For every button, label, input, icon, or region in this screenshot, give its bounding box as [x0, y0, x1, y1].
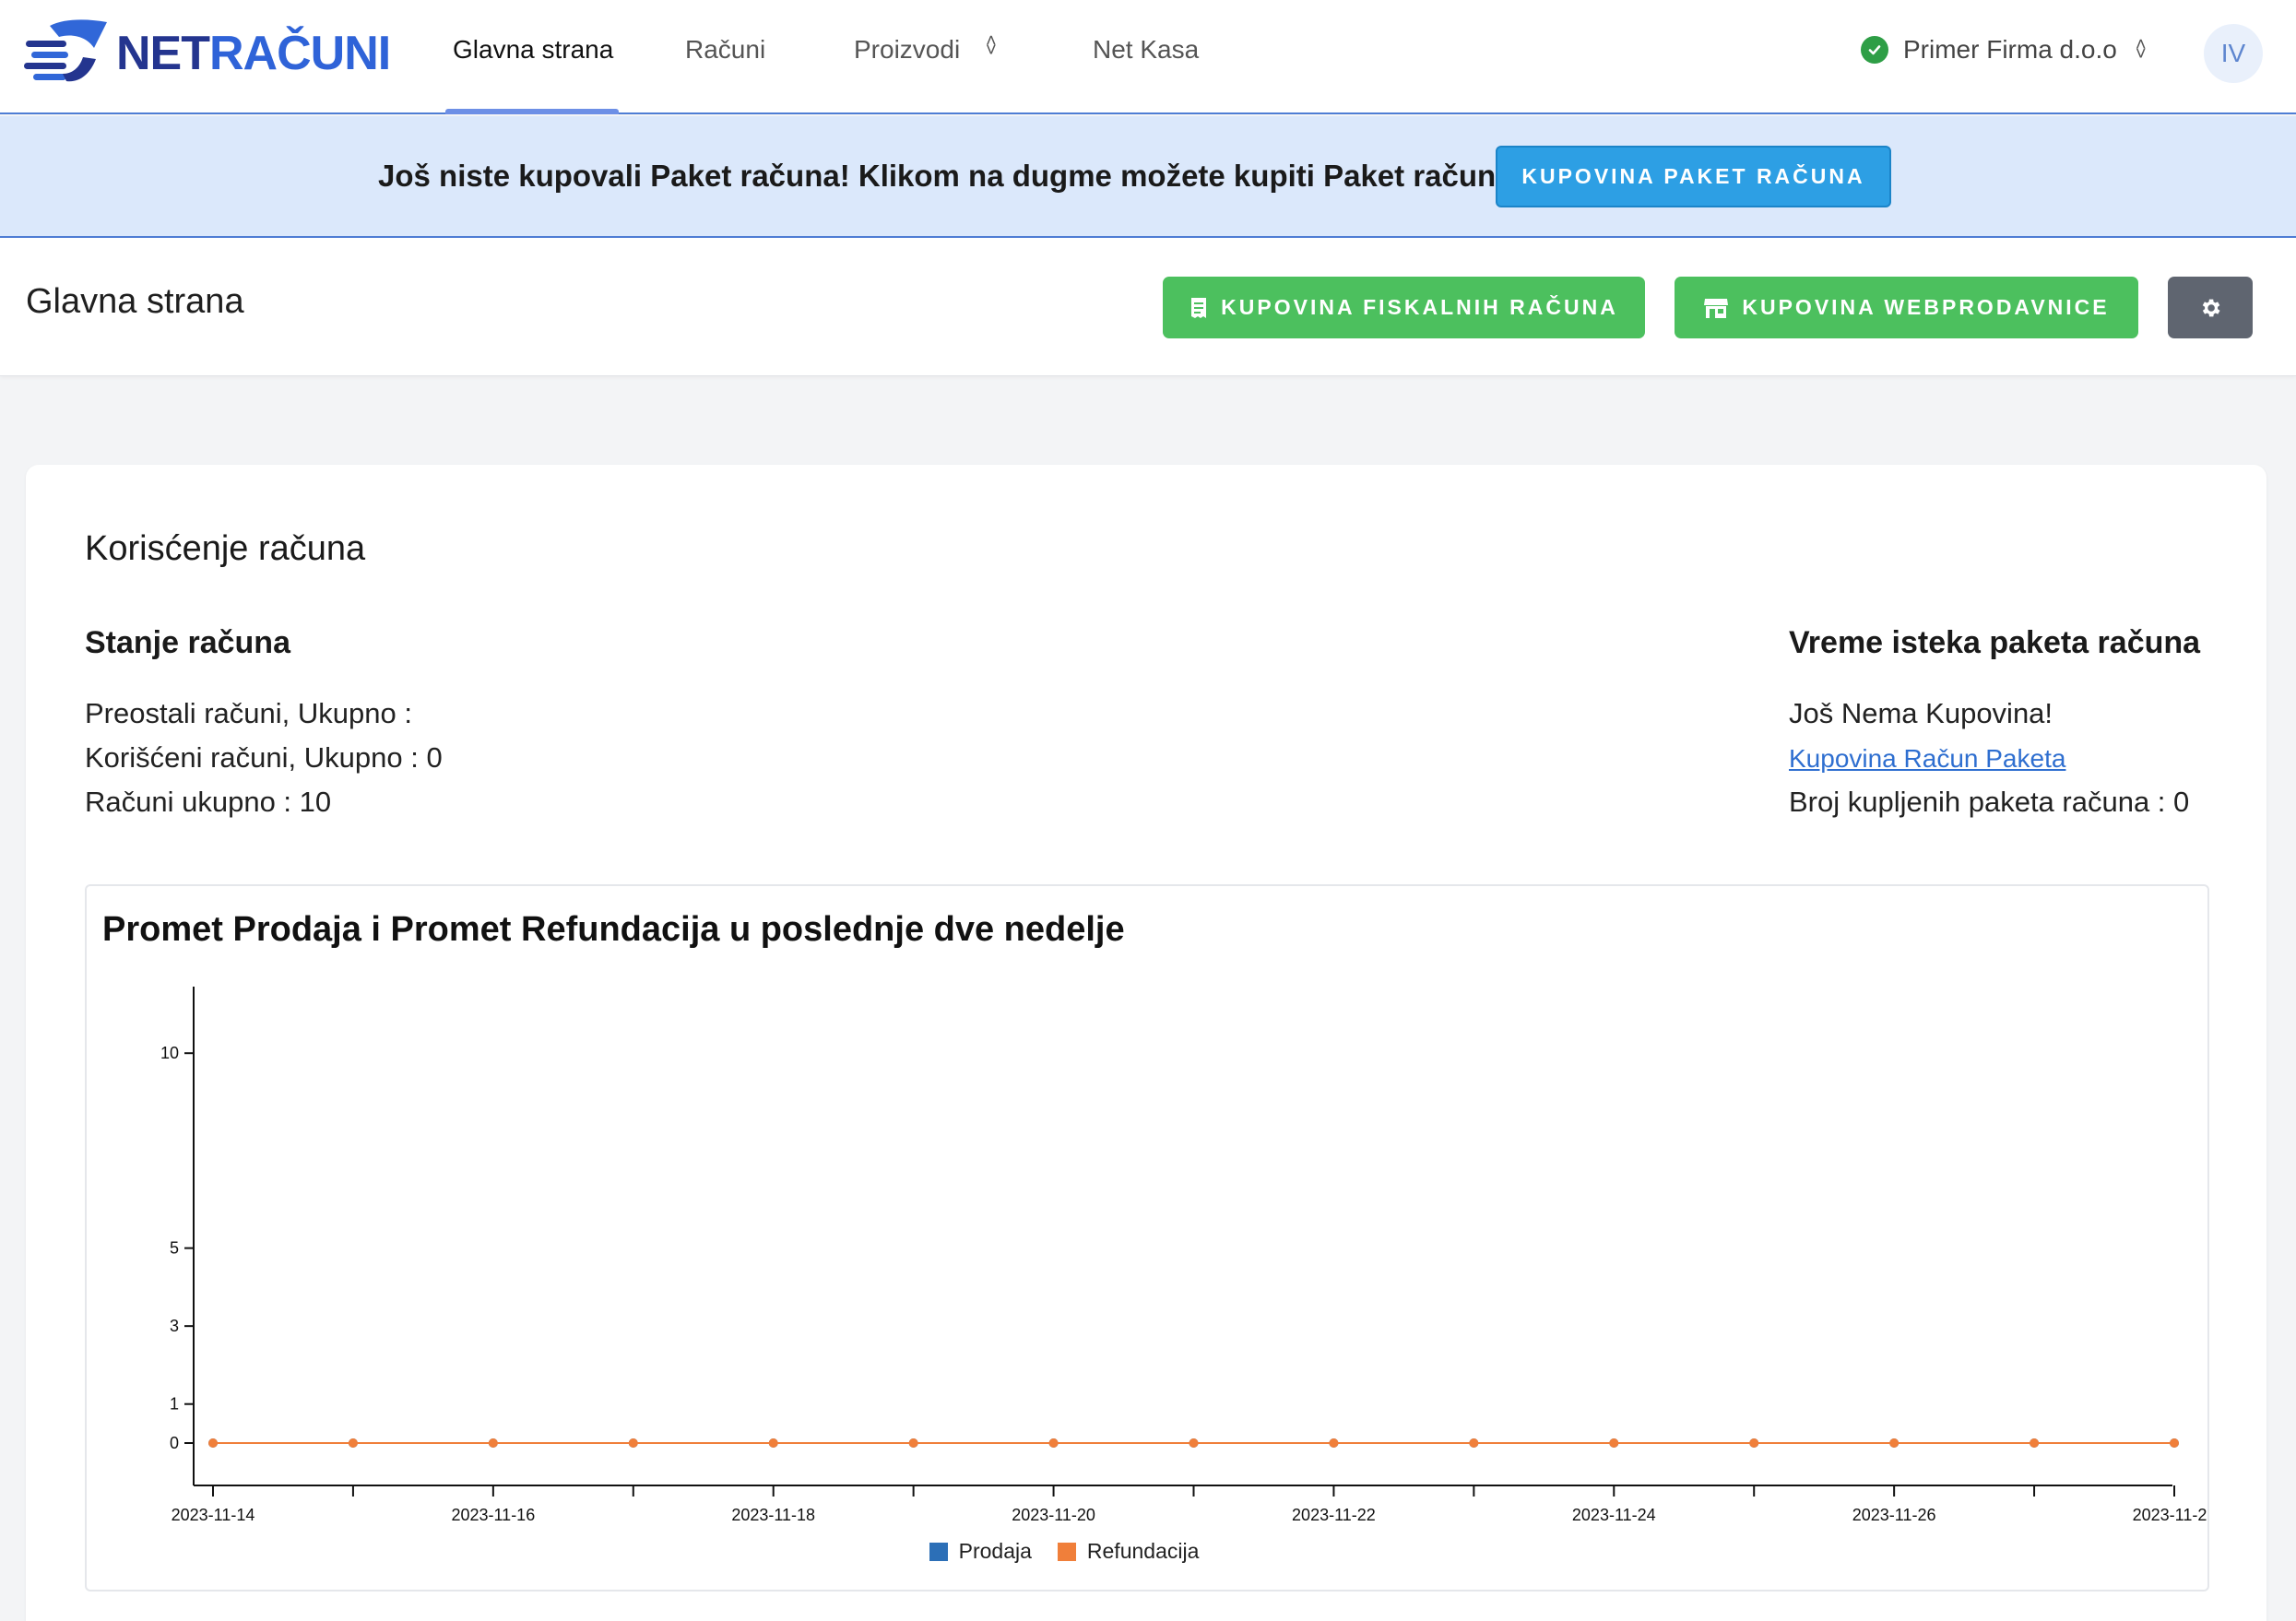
- top-nav: NETRAČUNI Glavna strana Računi Proizvodi…: [0, 0, 2296, 114]
- remaining-receipts: Preostali računi, Ukupno :: [85, 697, 412, 729]
- chart-plot: 0 1 3 5 10 2023-11-14 2023-11-16 2023-11-18 2023…: [160, 987, 2207, 1524]
- x-tick-label: 2023-11-24: [1572, 1506, 1656, 1524]
- logo-icon: [24, 19, 107, 82]
- data-point-refundacija: [628, 1438, 638, 1448]
- y-tick-label: 1: [170, 1395, 179, 1414]
- purchase-banner: Još niste kupovali Paket računa! Klikom …: [0, 116, 2296, 238]
- avatar[interactable]: IV: [2204, 24, 2263, 83]
- legend-label-prodaja: Prodaja: [958, 1539, 1032, 1563]
- data-point-refundacija: [488, 1438, 498, 1448]
- data-point-refundacija: [1329, 1438, 1339, 1448]
- chevron-up-down-icon: ˄ ˅: [2135, 35, 2147, 65]
- nav-item-proizvodi[interactable]: Proizvodi ˄ ˅: [854, 31, 997, 65]
- data-point-refundacija: [2030, 1438, 2040, 1448]
- nav-item-proizvodi-label: Proizvodi: [854, 35, 961, 64]
- x-tick-label: 2023-11-14: [172, 1506, 255, 1524]
- buy-fiscal-receipts-label: KUPOVINA FISKALNIH RAČUNA: [1221, 295, 1618, 319]
- y-tick-label: 10: [160, 1044, 179, 1062]
- y-tick-label: 0: [170, 1434, 179, 1452]
- x-tick-label: 2023-11-20: [1012, 1506, 1095, 1524]
- data-point-refundacija: [1048, 1438, 1059, 1448]
- data-point-refundacija: [348, 1438, 358, 1448]
- x-tick-label: 2023-11-26: [1852, 1506, 1936, 1524]
- y-tick-label: 3: [170, 1317, 179, 1335]
- purchase-status: Još Nema Kupovina!: [1789, 697, 2053, 729]
- data-point-refundacija: [1889, 1438, 1900, 1448]
- receipt-icon: [1189, 297, 1208, 319]
- check-circle-icon: [1861, 36, 1888, 64]
- expiry-heading: Vreme isteka paketa računa: [1789, 625, 2201, 660]
- nav-item-racuni[interactable]: Računi: [685, 35, 765, 65]
- nav-item-net-kasa[interactable]: Net Kasa: [1093, 35, 1199, 65]
- legend-swatch-prodaja: [929, 1542, 948, 1561]
- data-point-refundacija: [2170, 1438, 2179, 1448]
- gear-icon: [2202, 299, 2220, 316]
- store-icon: [1703, 297, 1729, 319]
- used-receipts: Korišćeni računi, Ukupno : 0: [85, 741, 443, 774]
- brand-name: NETRAČUNI: [116, 27, 391, 80]
- nav-item-glavna-strana[interactable]: Glavna strana: [453, 35, 613, 65]
- page-header: Glavna strana KUPOVINA FISKALNIH RAČUNA …: [0, 238, 2296, 376]
- balance-heading: Stanje računa: [85, 625, 290, 660]
- x-tick-label: 2023-11-18: [731, 1506, 815, 1524]
- legend-label-refundacija: Refundacija: [1086, 1539, 1200, 1563]
- x-tick-label: 2023-11-22: [1292, 1506, 1376, 1524]
- settings-button[interactable]: [2168, 277, 2253, 338]
- data-point-refundacija: [908, 1438, 918, 1448]
- buy-webshop-label: KUPOVINA WEBPRODAVNICE: [1742, 295, 2110, 319]
- sales-refunds-chart: Promet Prodaja i Promet Refundacija u po…: [85, 884, 2209, 1591]
- data-point-refundacija: [1749, 1438, 1759, 1448]
- legend-item-refundacija[interactable]: Refundacija: [1057, 1539, 1200, 1564]
- data-point-refundacija: [208, 1438, 218, 1448]
- buy-webshop-button[interactable]: KUPOVINA WEBPRODAVNICE: [1675, 277, 2138, 338]
- packages-count: Broj kupljenih paketa računa : 0: [1789, 786, 2190, 818]
- chart-legend: Prodaja Refundacija: [87, 1539, 2207, 1564]
- buy-package-link[interactable]: Kupovina Račun Paketa: [1789, 744, 2065, 774]
- legend-swatch-refundacija: [1057, 1542, 1076, 1561]
- data-point-refundacija: [1469, 1438, 1479, 1448]
- firm-name: Primer Firma d.o.o: [1903, 35, 2117, 64]
- brand-logo[interactable]: NETRAČUNI: [22, 17, 391, 90]
- usage-title: Korisćenje računa: [85, 529, 366, 568]
- total-receipts: Računi ukupno : 10: [85, 786, 332, 818]
- data-point-refundacija: [768, 1438, 778, 1448]
- x-tick-label: 2023-11-28: [2133, 1506, 2207, 1524]
- firm-selector[interactable]: Primer Firma d.o.o ˄ ˅: [1861, 35, 2147, 65]
- y-tick-label: 5: [170, 1239, 179, 1258]
- banner-message: Još niste kupovali Paket računa! Klikom …: [378, 159, 1523, 193]
- buy-fiscal-receipts-button[interactable]: KUPOVINA FISKALNIH RAČUNA: [1163, 277, 1645, 338]
- buy-package-button[interactable]: KUPOVINA PAKET RAČUNA: [1496, 146, 1891, 207]
- nav-active-indicator: [445, 109, 619, 114]
- usage-card: Korisćenje računa Stanje računa Preostal…: [26, 465, 2266, 1621]
- page-title: Glavna strana: [26, 282, 244, 321]
- x-tick-label: 2023-11-16: [451, 1506, 535, 1524]
- legend-item-prodaja[interactable]: Prodaja: [929, 1539, 1032, 1564]
- data-point-refundacija: [1189, 1438, 1199, 1448]
- data-point-refundacija: [1609, 1438, 1619, 1448]
- chevron-up-down-icon: ˄ ˅: [985, 31, 997, 61]
